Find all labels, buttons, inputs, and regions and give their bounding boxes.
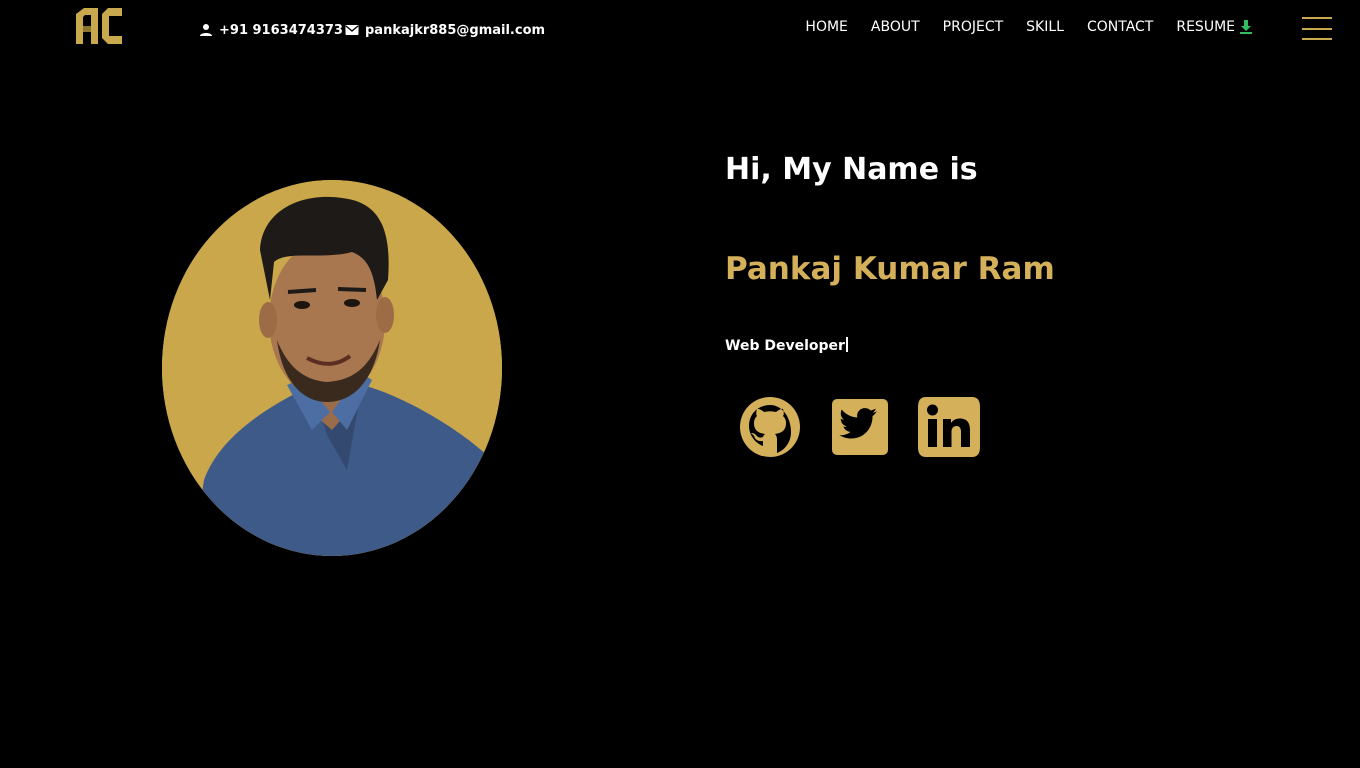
twitter-icon[interactable] xyxy=(827,395,893,459)
nav-resume[interactable]: RESUME xyxy=(1176,19,1254,35)
linkedin-icon[interactable] xyxy=(916,395,982,459)
nav-about[interactable]: ABOUT xyxy=(871,19,920,35)
github-icon[interactable] xyxy=(737,395,803,459)
nav-contact[interactable]: CONTACT xyxy=(1087,19,1153,35)
hero-role-text: Web Developer xyxy=(725,338,845,354)
person-icon xyxy=(199,23,213,37)
hamburger-menu-icon[interactable] xyxy=(1302,17,1334,41)
phone-number: +91 9163474373 xyxy=(219,22,343,38)
mail-icon xyxy=(345,23,359,37)
nav-home[interactable]: HOME xyxy=(805,19,847,35)
nav-resume-label: RESUME xyxy=(1176,19,1235,35)
nav-project[interactable]: PROJECT xyxy=(943,19,1004,35)
logo-icon[interactable] xyxy=(74,6,124,46)
profile-photo-illustration xyxy=(162,180,502,556)
email-contact: pankajkr885@gmail.com xyxy=(345,20,545,40)
typing-cursor xyxy=(845,337,848,352)
nav-skill[interactable]: SKILL xyxy=(1026,19,1064,35)
profile-photo xyxy=(162,180,502,556)
email-address: pankajkr885@gmail.com xyxy=(365,22,546,38)
download-icon xyxy=(1238,19,1254,35)
top-navbar: +91 9163474373 pankajkr885@gmail.com HOM… xyxy=(0,0,1360,60)
main-nav: HOME ABOUT PROJECT SKILL CONTACT RESUME xyxy=(805,19,1254,35)
hamburger-line xyxy=(1302,38,1332,40)
phone-contact: +91 9163474373 xyxy=(199,20,343,40)
hero-greeting: Hi, My Name is xyxy=(725,152,978,187)
hamburger-line xyxy=(1302,17,1332,19)
hero-name: Pankaj Kumar Ram xyxy=(725,251,1055,287)
hamburger-line xyxy=(1302,28,1332,30)
hero-role: Web Developer xyxy=(725,337,848,354)
